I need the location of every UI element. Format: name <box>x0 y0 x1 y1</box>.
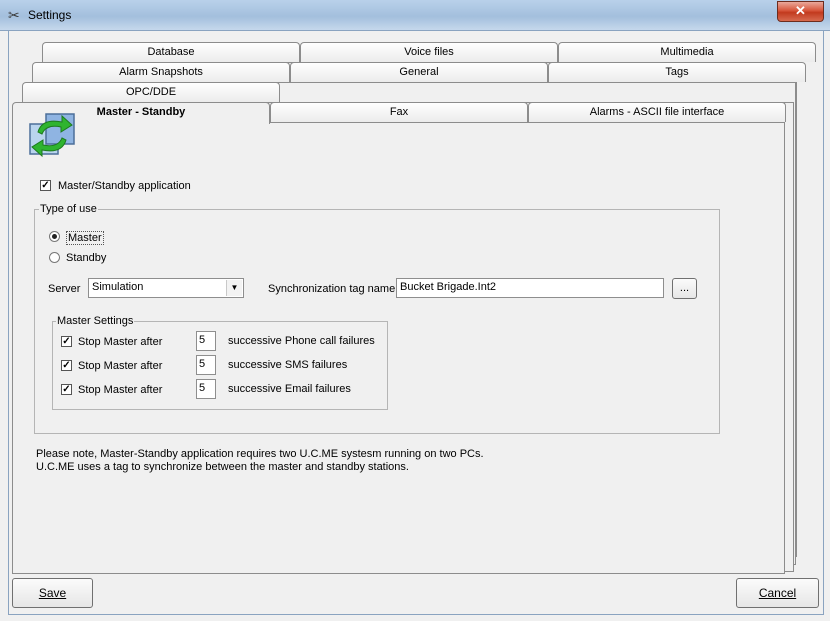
note-line-2: U.C.ME uses a tag to synchronize between… <box>36 461 409 473</box>
sms-failure-checkbox[interactable]: ✓ <box>61 360 72 371</box>
email-failure-count-input[interactable]: 5 <box>196 379 216 399</box>
tab-tags[interactable]: Tags <box>548 62 806 82</box>
tab-fax[interactable]: Fax <box>270 102 528 122</box>
email-failure-checkbox[interactable]: ✓ <box>61 384 72 395</box>
sync-arrows-icon <box>29 113 75 158</box>
email-failure-suffix: successive Email failures <box>228 383 351 395</box>
phone-failure-checkbox[interactable]: ✓ <box>61 336 72 347</box>
master-radio-label: Master <box>66 231 104 245</box>
phone-failure-count-input[interactable]: 5 <box>196 331 216 351</box>
master-standby-app-label: Master/Standby application <box>58 180 191 192</box>
phone-failure-suffix: successive Phone call failures <box>228 335 375 347</box>
save-button[interactable]: Save <box>12 578 93 608</box>
tab-opc-dde[interactable]: OPC/DDE <box>22 82 280 102</box>
sms-failure-label: Stop Master after <box>78 360 163 372</box>
sync-tag-input[interactable]: Bucket Brigade.Int2 <box>396 278 664 298</box>
close-button[interactable]: ✕ <box>777 1 824 22</box>
master-settings-title: Master Settings <box>56 315 135 327</box>
title-bar: ✂ Settings ✕ <box>0 0 830 31</box>
sync-tag-label: Synchronization tag name <box>268 283 396 295</box>
tab-alarms-ascii[interactable]: Alarms - ASCII file interface <box>528 102 786 122</box>
server-select[interactable]: Simulation ▼ <box>88 278 244 298</box>
tab-general[interactable]: General <box>290 62 548 82</box>
server-label: Server <box>48 283 81 295</box>
sms-failure-count-input[interactable]: 5 <box>196 355 216 375</box>
standby-radio-label: Standby <box>66 252 107 264</box>
save-button-label: Save <box>38 586 67 600</box>
master-standby-app-checkbox[interactable]: ✓ <box>40 180 51 191</box>
standby-radio[interactable] <box>49 252 60 263</box>
tab-multimedia[interactable]: Multimedia <box>558 42 816 62</box>
sms-failure-suffix: successive SMS failures <box>228 359 348 371</box>
server-select-value: Simulation <box>92 281 144 293</box>
tab-voice-files[interactable]: Voice files <box>300 42 558 62</box>
type-of-use-title: Type of use <box>39 203 98 215</box>
chevron-down-icon[interactable]: ▼ <box>226 280 242 296</box>
email-failure-label: Stop Master after <box>78 384 163 396</box>
window-title: Settings <box>28 8 72 22</box>
master-radio[interactable] <box>49 231 60 242</box>
tab-database[interactable]: Database <box>42 42 300 62</box>
browse-tag-button[interactable]: ... <box>672 278 697 299</box>
note-line-1: Please note, Master-Standby application … <box>36 448 484 460</box>
phone-failure-label: Stop Master after <box>78 336 163 348</box>
cancel-button[interactable]: Cancel <box>736 578 819 608</box>
cancel-button-label: Cancel <box>758 586 797 600</box>
tools-icon: ✂ <box>8 7 20 23</box>
tab-alarm-snapshots[interactable]: Alarm Snapshots <box>32 62 290 82</box>
